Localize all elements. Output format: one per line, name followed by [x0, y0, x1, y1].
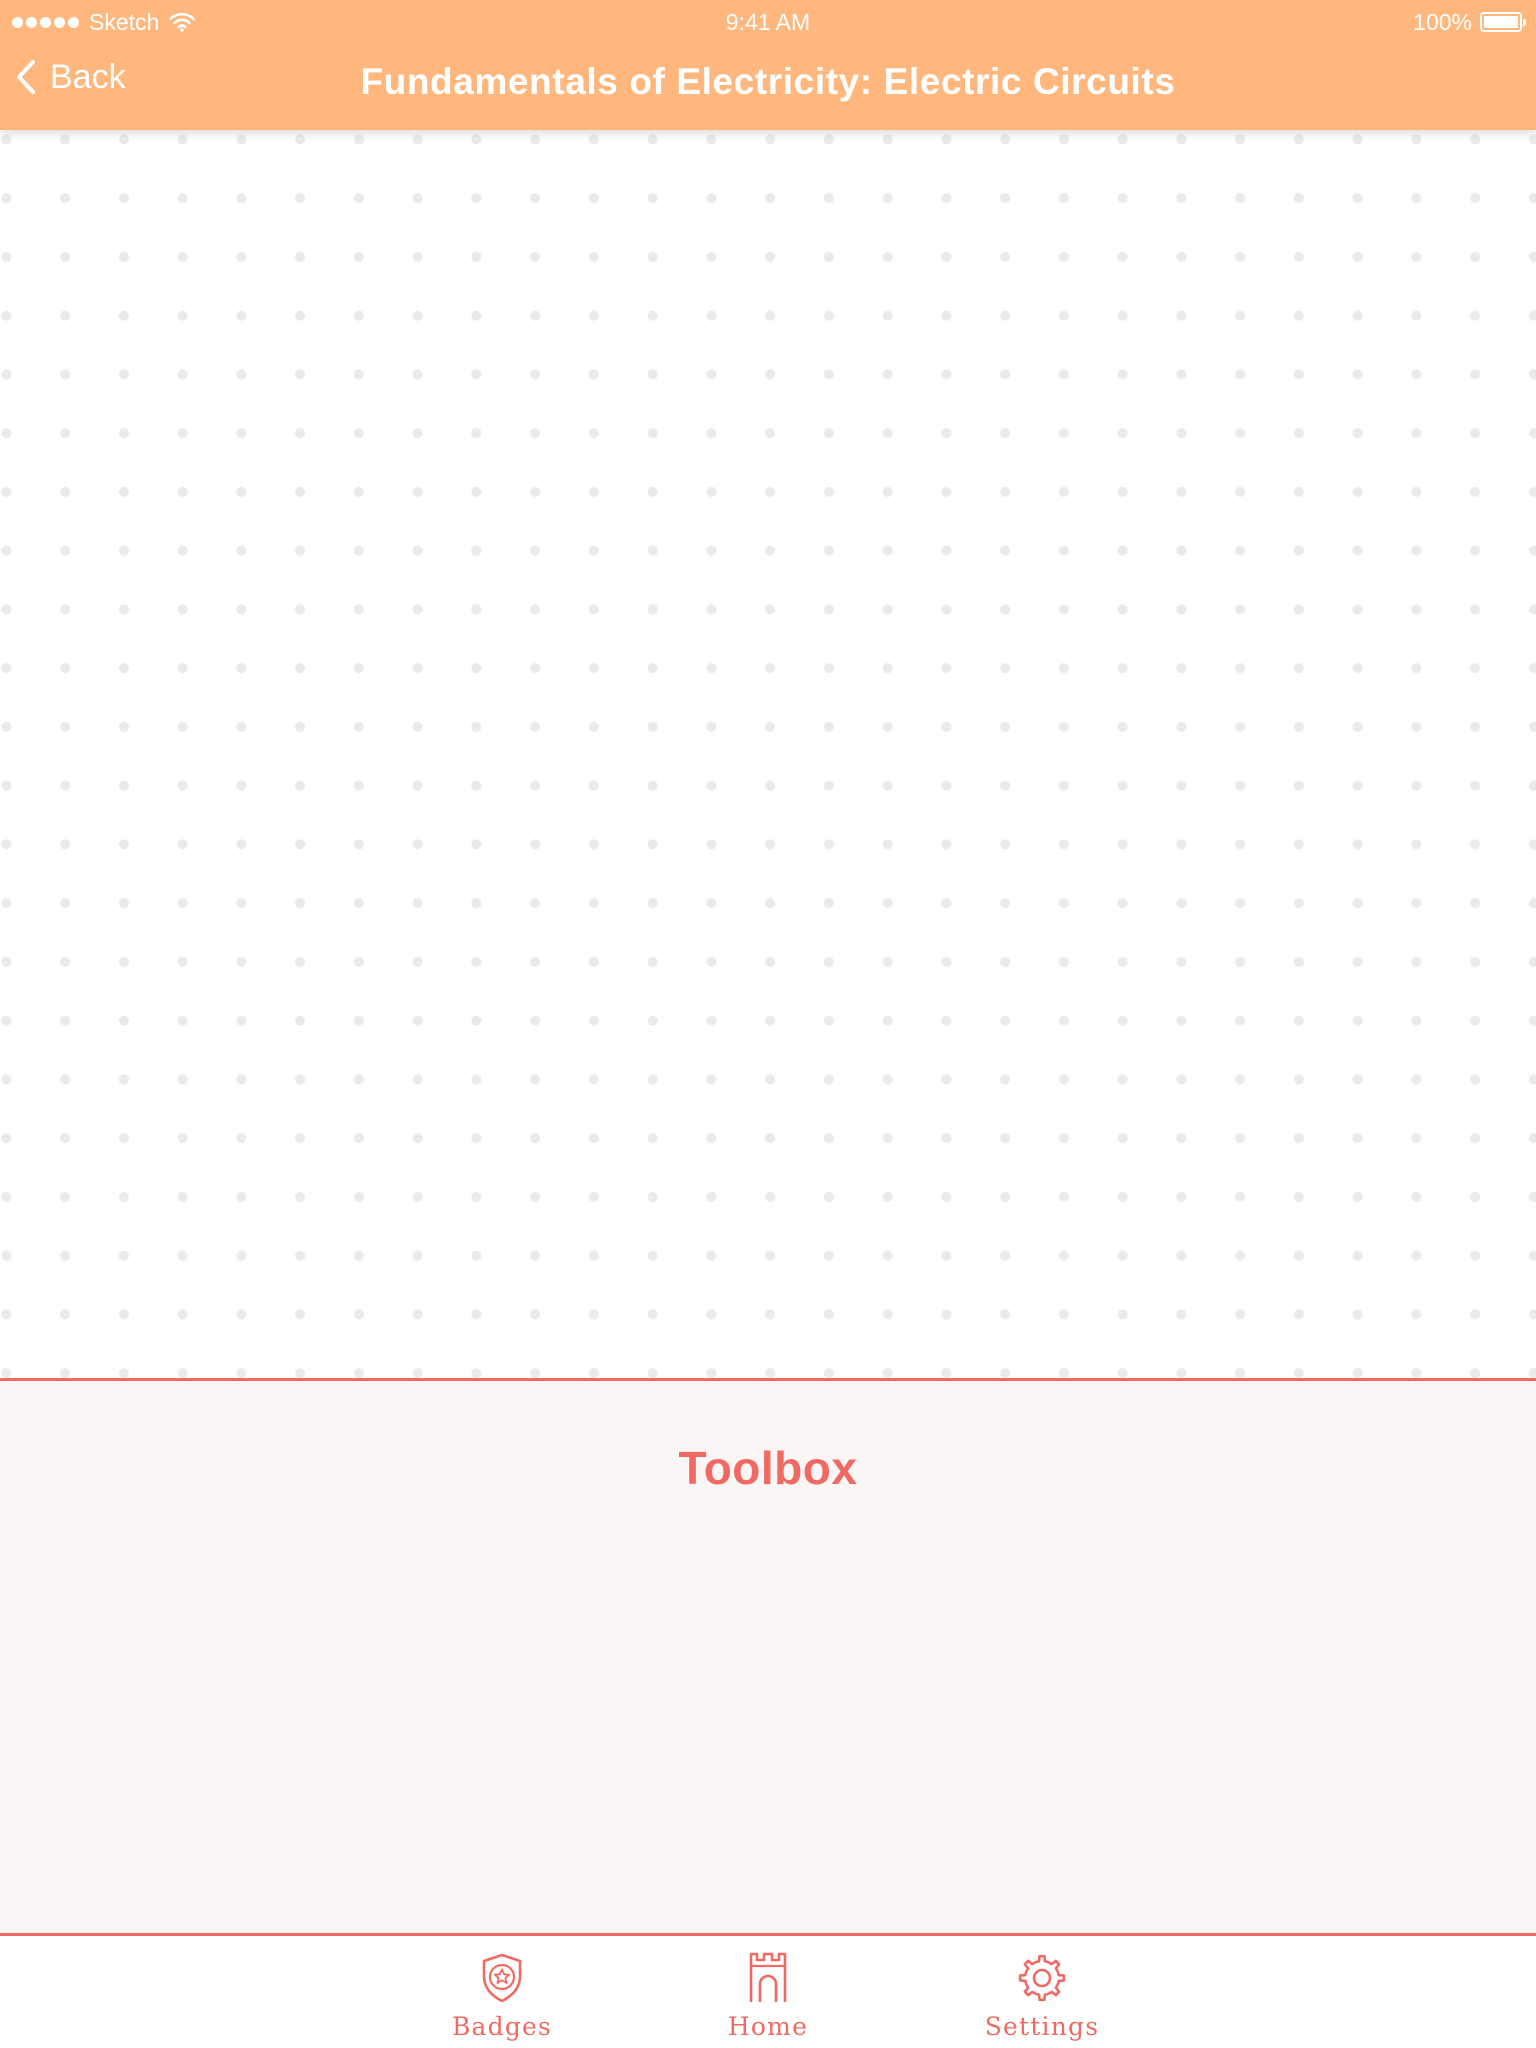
circuit-canvas[interactable] — [0, 130, 1536, 1378]
status-time: 9:41 AM — [725, 9, 811, 35]
navigation-bar: Sketch 9:41 AM 100% Back Fundamentals of… — [0, 0, 1536, 130]
back-label: Back — [50, 57, 126, 96]
tab-home[interactable]: Home — [688, 1952, 848, 2041]
battery-percentage: 100% — [1413, 8, 1472, 35]
tab-label: Home — [727, 2012, 809, 2041]
castle-icon — [688, 1952, 848, 2004]
tab-settings[interactable]: Settings — [962, 1952, 1122, 2041]
toolbox-title: Toolbox — [678, 1442, 858, 1494]
toolbox-panel: Toolbox — [0, 1378, 1536, 1936]
status-bar: Sketch 9:41 AM 100% — [0, 0, 1536, 44]
battery-tip — [1523, 19, 1526, 26]
page-title: Fundamentals of Electricity: Electric Ci… — [360, 61, 1176, 102]
chevron-left-icon — [17, 60, 35, 94]
battery-fill — [1484, 16, 1518, 28]
back-button[interactable]: Back — [16, 54, 126, 100]
tab-label: Badges — [451, 2012, 553, 2041]
tab-bar: Badges Home Settings — [0, 1936, 1536, 2048]
tab-label: Settings — [984, 2012, 1100, 2041]
status-right: 100% — [1413, 8, 1526, 36]
tab-badges[interactable]: Badges — [422, 1952, 582, 2041]
gear-icon — [962, 1952, 1122, 2004]
shield-star-icon — [422, 1952, 582, 2004]
battery-icon — [1480, 12, 1526, 32]
